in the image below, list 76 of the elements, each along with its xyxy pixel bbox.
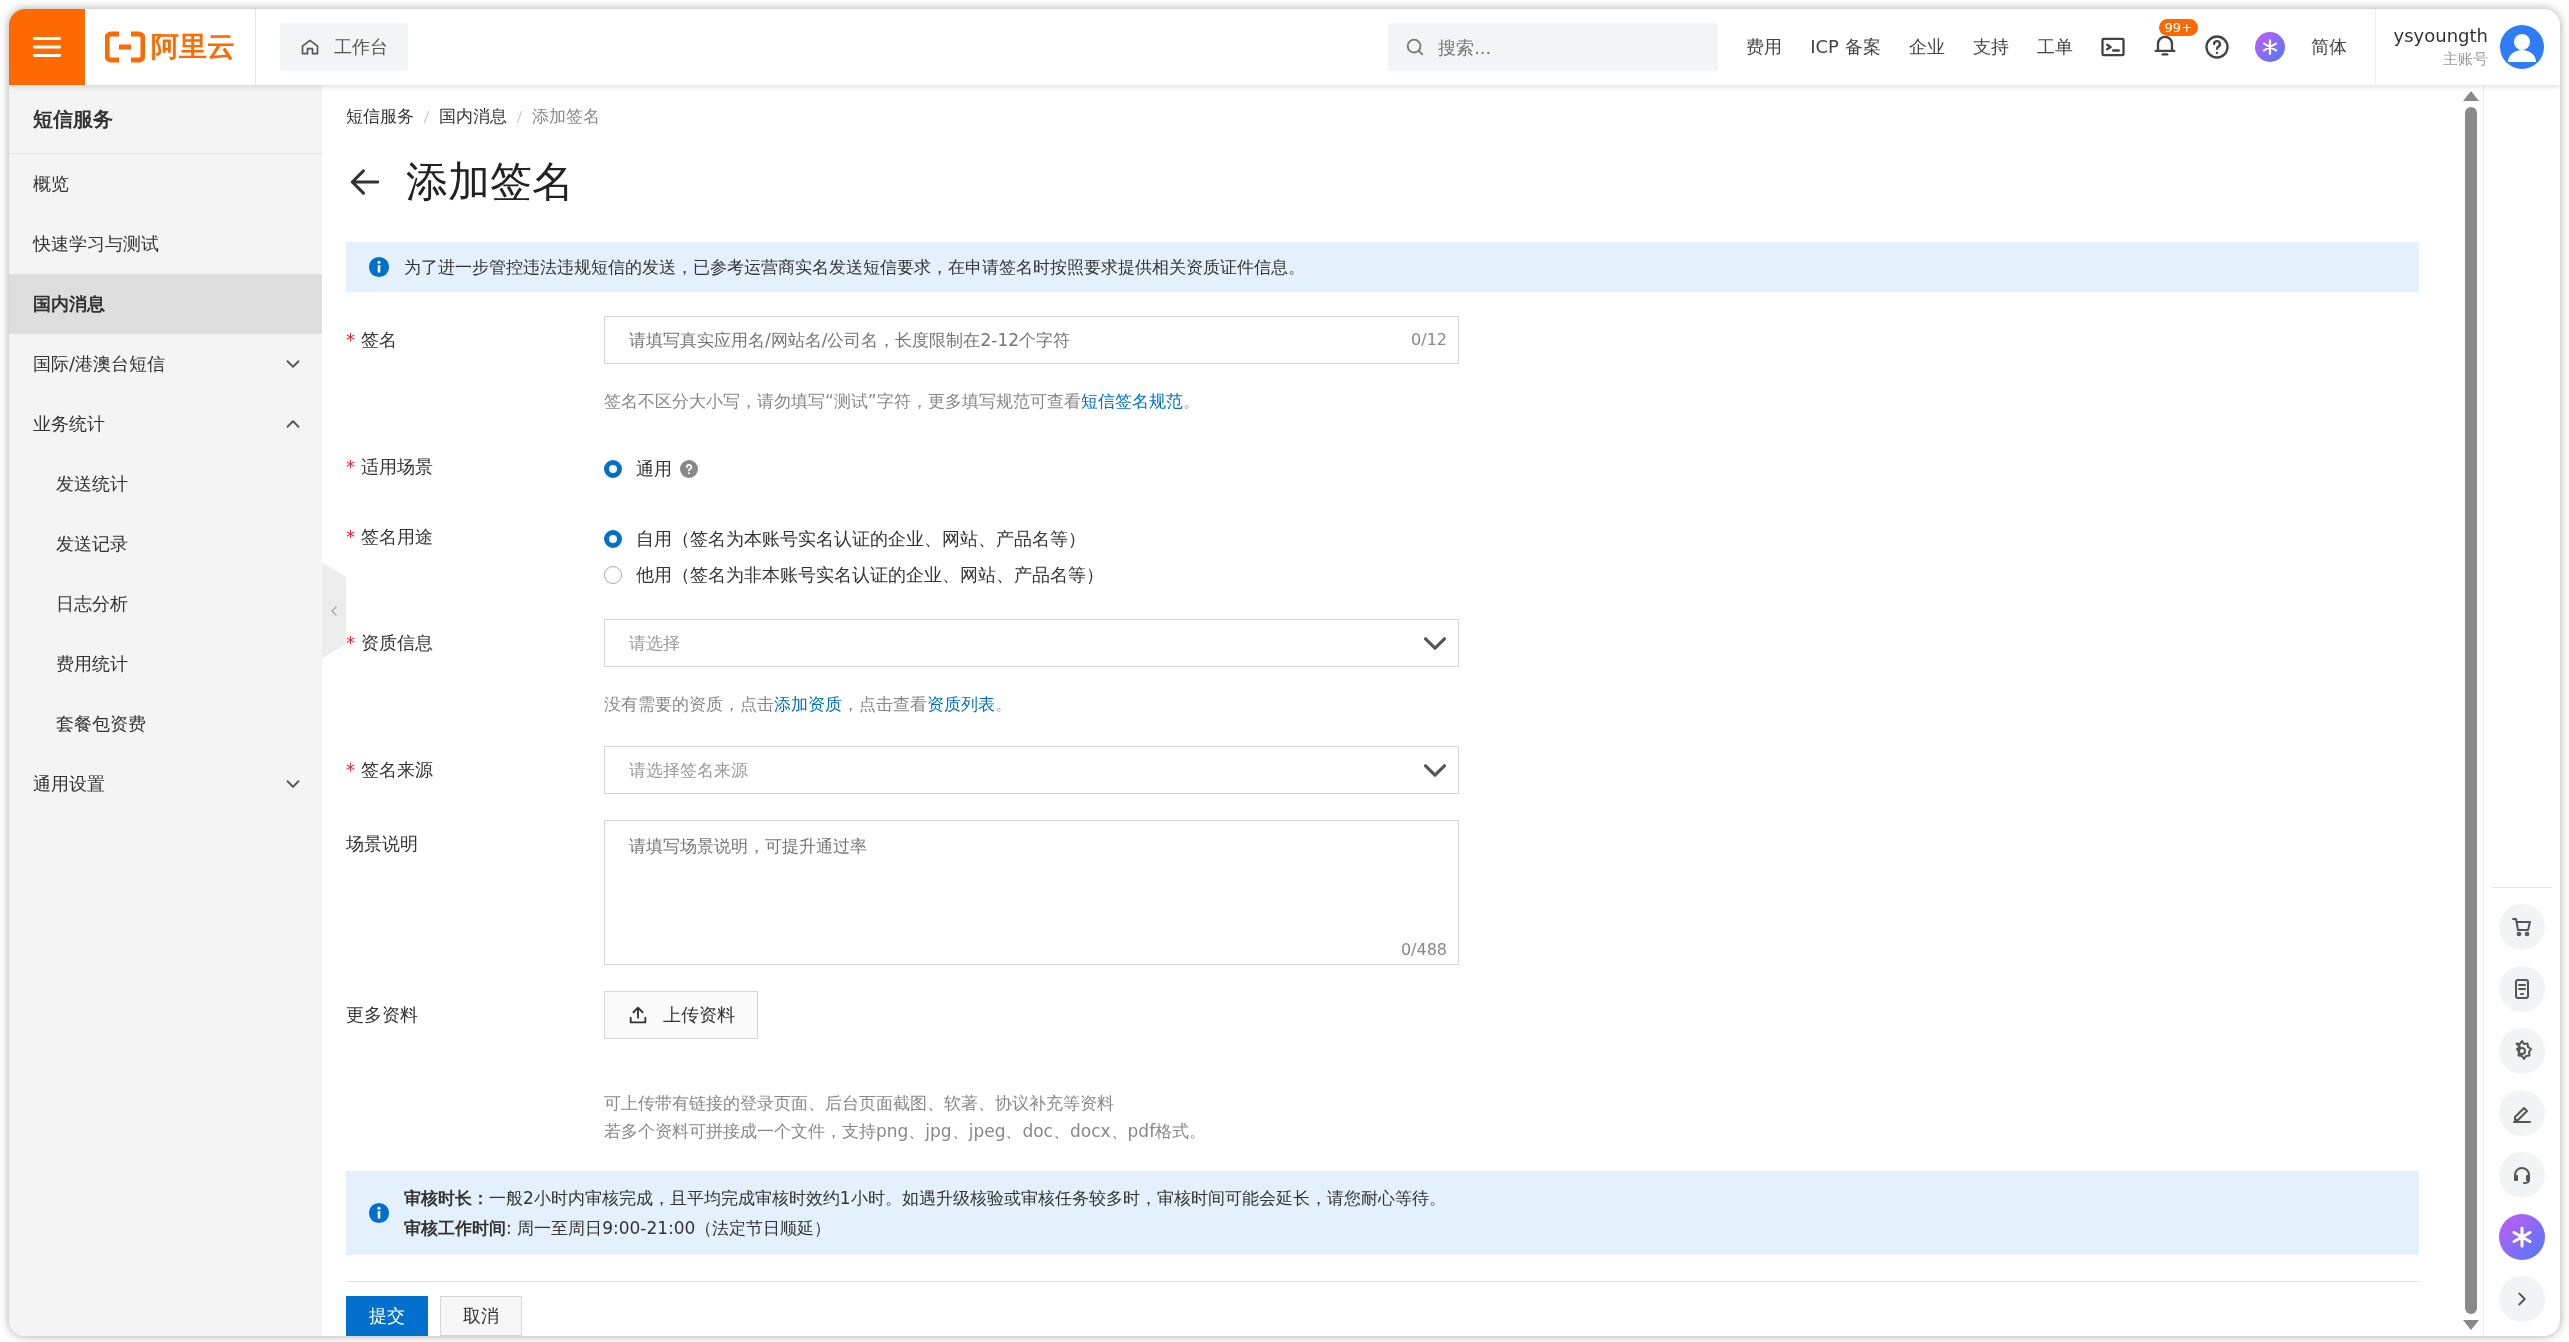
required-mark: * — [346, 526, 355, 548]
field-label: 签名来源 — [361, 759, 433, 781]
character-counter: 0/12 — [1411, 330, 1447, 350]
info-icon — [368, 1202, 390, 1225]
help-link[interactable]: 资质列表 — [927, 694, 995, 715]
upload-button[interactable]: 上传资料 — [604, 991, 758, 1040]
breadcrumb-link[interactable]: 添加签名 — [532, 105, 600, 128]
radio-button[interactable] — [604, 566, 622, 585]
scrollbar-thumb[interactable] — [2465, 107, 2477, 1314]
account-type: 主账号 — [2442, 50, 2488, 69]
field-label: 适用场景 — [361, 456, 433, 478]
sidebar-item[interactable]: 快速学习与测试 — [9, 214, 322, 274]
nav-link[interactable]: 费用 — [1746, 35, 1783, 59]
home-icon — [300, 37, 320, 57]
workbench-button[interactable]: 工作台 — [280, 23, 408, 71]
submit-button[interactable]: 提交 — [346, 1296, 428, 1336]
bracket-logo-icon — [105, 30, 145, 64]
help-text: 签名不区分大小写，请勿填写“测试”字符，更多填写规范可查看短信签名规范。 — [604, 390, 1201, 414]
sidebar-title: 短信服务 — [9, 85, 322, 154]
chevron-down-icon — [1424, 763, 1446, 777]
field-label: 场景说明 — [346, 833, 418, 855]
required-mark: * — [346, 632, 355, 654]
user-name: ysyoungth — [2393, 25, 2488, 46]
chevron-down-icon — [1424, 636, 1446, 650]
nav-link[interactable]: 支持 — [1972, 35, 2009, 59]
notification-badge: 99+ — [2158, 19, 2199, 36]
breadcrumb-link[interactable]: 短信服务 — [346, 105, 414, 128]
breadcrumb-link[interactable]: 国内消息 — [439, 105, 507, 128]
field-label: 签名 — [361, 329, 397, 351]
sidebar-item[interactable]: 国际/港澳台短信 — [9, 334, 322, 394]
nav-link[interactable]: ICP 备案 — [1810, 35, 1881, 59]
sidebar-item[interactable]: 业务统计 — [9, 394, 322, 454]
nav-link[interactable]: 工单 — [2036, 35, 2073, 59]
info-icon — [368, 256, 390, 279]
sidebar-item[interactable]: 费用统计 — [9, 634, 322, 694]
cancel-button[interactable]: 取消 — [440, 1296, 522, 1336]
help-icon[interactable] — [2202, 33, 2231, 61]
language-link[interactable]: 简体 — [2310, 35, 2347, 59]
help-link[interactable]: 短信签名规范 — [1080, 391, 1183, 412]
radio-button[interactable] — [604, 460, 622, 479]
sidebar-item[interactable]: 发送记录 — [9, 514, 322, 574]
radio-option[interactable]: 通用 — [604, 451, 1459, 488]
search-field[interactable]: 搜索... — [1388, 23, 1719, 71]
brand-name: 阿里云 — [151, 29, 235, 65]
avatar[interactable] — [2500, 25, 2544, 69]
field-label: 更多资料 — [346, 1004, 418, 1026]
required-mark: * — [346, 329, 355, 351]
required-mark: * — [346, 759, 355, 781]
field-label: 资质信息 — [361, 632, 433, 654]
info-text: 为了进一步管控违法违规短信的发送，已参考运营商实名发送短信要求，在申请签名时按照要求提供相关资质证件信息。 — [404, 255, 1305, 279]
sidebar-item[interactable]: 概览 — [9, 154, 322, 214]
page-title: 添加签名 — [406, 156, 574, 208]
field-label: 签名用途 — [361, 526, 433, 548]
sidebar-item[interactable]: 国内消息 — [9, 274, 322, 334]
info-text: 审核时长：一般2小时内审核完成，且平均完成审核时效约1小时。如遇升级核验或审核任务较多时，审核时间可能会延长，请您耐心等待。 — [404, 1187, 1446, 1211]
radio-option[interactable]: 他用（签名为非本账号实名认证的企业、网站、产品名等） — [604, 557, 1459, 594]
radio-option[interactable]: 自用（签名为本账号实名认证的企业、网站、产品名等） — [604, 521, 1459, 558]
info-text: 审核工作时间: 周一至周日9:00-21:00（法定节日顺延） — [404, 1217, 833, 1241]
question-mark-icon[interactable] — [680, 460, 698, 479]
sidebar-item[interactable]: 套餐包资费 — [9, 694, 322, 754]
help-link[interactable]: 添加资质 — [774, 694, 842, 715]
cart-icon[interactable] — [2510, 915, 2534, 939]
menu-button[interactable] — [9, 9, 85, 85]
help-text: 没有需要的资质，点击添加资质，点击查看资质列表。 — [604, 693, 1013, 717]
help-text: 可上传带有链接的登录页面、后台页面截图、软著、协议补充等资料 — [604, 1092, 1115, 1116]
scroll-down-icon[interactable] — [2463, 1320, 2479, 1330]
asterisk-logo-icon[interactable] — [2254, 32, 2285, 62]
sidebar-item[interactable]: 日志分析 — [9, 574, 322, 634]
character-counter: 0/488 — [1400, 940, 1447, 960]
nav-link[interactable]: 企业 — [1908, 35, 1945, 59]
sidebar-item[interactable]: 通用设置 — [9, 754, 322, 814]
radio-button[interactable] — [604, 530, 622, 549]
required-mark: * — [346, 456, 355, 478]
asterisk-logo-icon[interactable] — [2499, 1214, 2545, 1260]
help-text: 若多个资料可拼接成一个文件，支持png、jpg、jpeg、doc、docx、pdf格式。 — [604, 1120, 1208, 1144]
sidebar-item[interactable]: 发送统计 — [9, 454, 322, 514]
